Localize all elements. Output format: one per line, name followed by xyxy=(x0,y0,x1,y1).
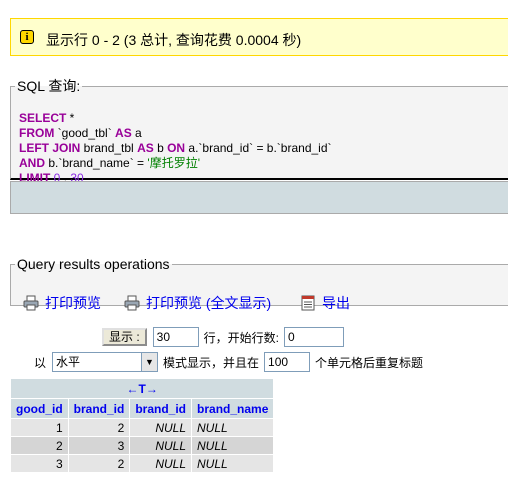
print-view-link[interactable]: 打印预览 xyxy=(23,293,101,313)
table-cell: NULL xyxy=(130,455,192,472)
rows-navigation: 显示 : 行，开始行数: xyxy=(102,326,345,348)
sql-line: AND b.`brand_name` = '摩托罗拉' xyxy=(19,156,332,171)
sql-text: `good_tbl` xyxy=(54,126,116,140)
info-icon: i xyxy=(20,30,34,44)
sql-line: SELECT * xyxy=(19,111,332,126)
display-mode-value: 水平 xyxy=(56,355,81,369)
table-cell: 2 xyxy=(68,419,130,436)
export-label: 导出 xyxy=(322,295,350,311)
query-success-notice: i 显示行 0 - 2 (3 总计, 查询花费 0.0004 秒) xyxy=(10,18,508,56)
operations-legend: Query results operations xyxy=(17,256,170,272)
results-body: 1 2 NULL NULL 2 3 NULL NULL 3 2 NULL NULL xyxy=(11,419,274,472)
printer-icon xyxy=(23,295,39,311)
column-toggle-arrows-icon[interactable]: ←T→ xyxy=(127,382,158,396)
table-cell: 2 xyxy=(68,455,130,472)
display-mode-select[interactable]: 水平 ▼ xyxy=(52,352,159,372)
sql-string: '摩托罗拉' xyxy=(147,156,200,170)
sql-text: brand_tbl xyxy=(80,141,138,155)
sql-query-code: SELECT * FROM `good_tbl` AS a LEFT JOIN br… xyxy=(19,111,332,186)
chevron-down-icon[interactable]: ▼ xyxy=(141,353,158,371)
show-button[interactable]: 显示 : xyxy=(102,328,147,346)
sql-text: * xyxy=(66,111,75,125)
display-mode-row: 以 水平 ▼ 模式显示，并且在 个单元格后重复标题 xyxy=(34,351,423,373)
table-cell: 1 xyxy=(11,419,68,436)
column-toggle-header[interactable]: ←T→ xyxy=(11,379,274,398)
header-row: good_id brand_id brand_id brand_name xyxy=(11,399,274,418)
sql-line: LEFT JOIN brand_tbl AS b ON a.`brand_id`… xyxy=(19,141,332,156)
rows-count-input[interactable] xyxy=(152,327,199,347)
mode-label: 模式显示，并且在 xyxy=(163,355,260,370)
repeat-label: 个单元格后重复标题 xyxy=(315,355,424,370)
printer-icon xyxy=(124,295,140,311)
sql-text: b xyxy=(153,141,168,155)
sql-text: a xyxy=(131,126,142,140)
sql-keyword: ON xyxy=(167,141,186,155)
print-view-label: 打印预览 xyxy=(45,295,101,311)
export-icon xyxy=(301,295,315,311)
table-row: 3 2 NULL NULL xyxy=(11,455,274,472)
column-header-brand_id[interactable]: brand_id xyxy=(68,399,130,418)
print-view-full-link[interactable]: 打印预览 (全文显示) xyxy=(124,293,271,313)
repeat-headers-input[interactable] xyxy=(264,352,311,372)
print-view-full-label: 打印预览 (全文显示) xyxy=(146,295,272,311)
sql-line: FROM `good_tbl` AS a xyxy=(19,126,332,141)
export-link[interactable]: 导出 xyxy=(300,293,350,313)
sql-keyword: FROM xyxy=(19,126,55,140)
sql-keyword: AND xyxy=(19,156,45,170)
table-row: 1 2 NULL NULL xyxy=(11,419,274,436)
sql-keyword: SELECT xyxy=(19,111,67,125)
table-cell: 2 xyxy=(11,437,68,454)
column-header-brand_name[interactable]: brand_name xyxy=(192,399,274,418)
sql-keyword: AS xyxy=(137,141,154,155)
mode-prefix: 以 xyxy=(34,355,47,370)
query-results-operations: Query results operations 打印预览 打印预览 (全文显示… xyxy=(10,256,508,311)
table-cell: NULL xyxy=(130,419,192,436)
table-cell: NULL xyxy=(192,419,274,436)
table-cell: NULL xyxy=(130,437,192,454)
sql-query-fieldset: SQL 查询: SELECT * FROM `good_tbl` AS a LEFT… xyxy=(10,76,508,185)
sql-text: a.`brand_id` = b.`brand_id` xyxy=(185,141,332,155)
table-cell: 3 xyxy=(11,455,68,472)
sql-keyword: LEFT JOIN xyxy=(19,141,81,155)
rows-label: 行，开始行数: xyxy=(203,330,280,345)
sql-keyword: AS xyxy=(115,126,132,140)
start-row-input[interactable] xyxy=(284,327,345,347)
table-cell: NULL xyxy=(192,455,274,472)
sql-query-footer xyxy=(10,181,508,214)
table-cell: 3 xyxy=(68,437,130,454)
table-row: 2 3 NULL NULL xyxy=(11,437,274,454)
column-header-brand_id[interactable]: brand_id xyxy=(130,399,192,418)
sql-query-legend: SQL 查询: xyxy=(17,78,81,94)
table-cell: NULL xyxy=(192,437,274,454)
notice-text: 显示行 0 - 2 (3 总计, 查询花费 0.0004 秒) xyxy=(46,32,302,48)
sql-text: b.`brand_name` = xyxy=(45,156,148,170)
results-table: ←T→ good_id brand_id brand_id brand_name 12… xyxy=(10,378,274,473)
column-header-good_id[interactable]: good_id xyxy=(11,399,68,418)
